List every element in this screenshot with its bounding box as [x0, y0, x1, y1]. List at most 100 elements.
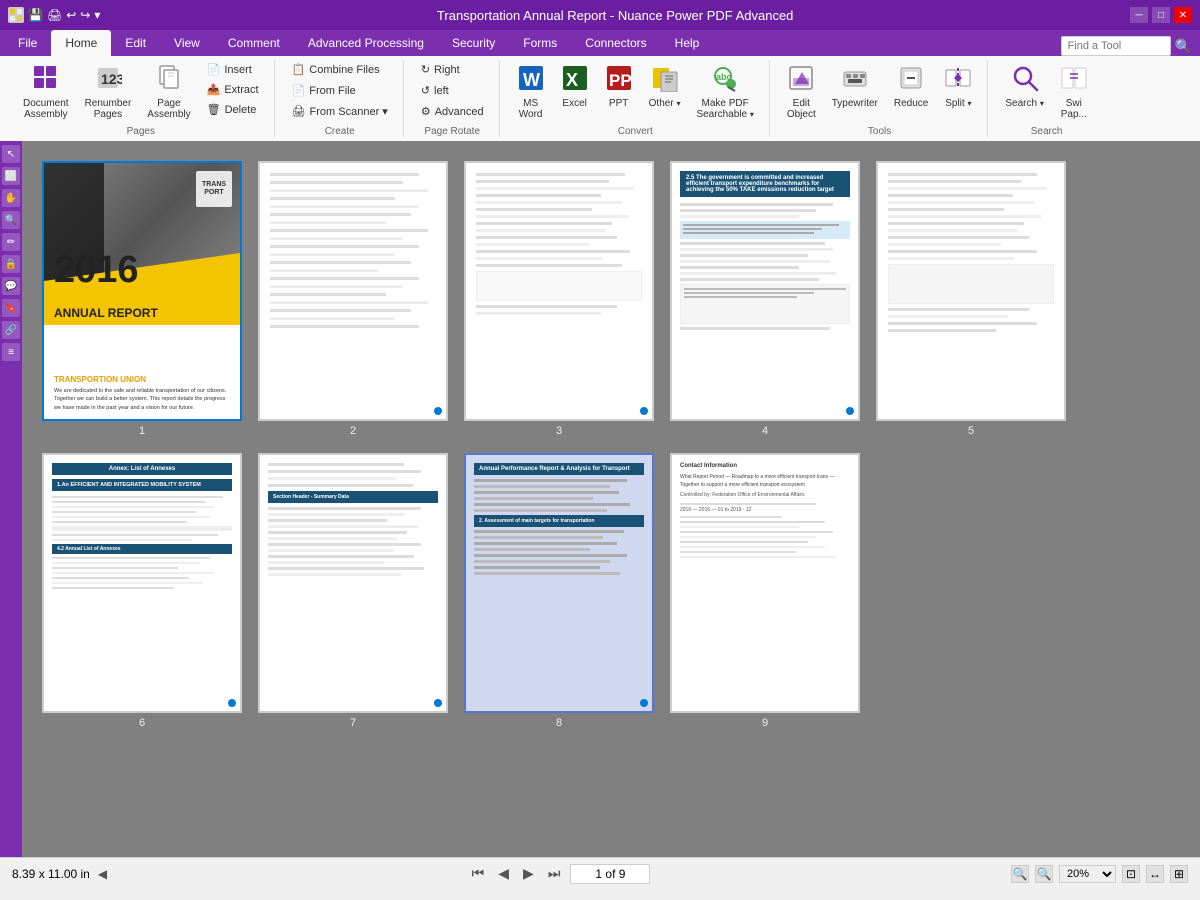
tab-home[interactable]: Home — [51, 30, 111, 56]
page-thumb-3[interactable]: 3 — [464, 161, 654, 437]
actual-size-btn[interactable]: ⊞ — [1170, 865, 1188, 883]
page-5-inner[interactable] — [876, 161, 1066, 421]
page-6-inner[interactable]: Annex: List of Annexes 1.An EFFICIENT AN… — [42, 453, 242, 713]
collapse-btn[interactable]: ◀ — [98, 867, 107, 881]
last-page-btn[interactable]: ⏭ — [544, 863, 565, 884]
extract-button[interactable]: 📤 Extract — [200, 80, 266, 99]
tab-help[interactable]: Help — [661, 30, 714, 56]
reduce-button[interactable]: Reduce — [887, 60, 935, 113]
page-2-inner[interactable] — [258, 161, 448, 421]
typewriter-button[interactable]: Typewriter — [825, 60, 885, 113]
tool-link[interactable]: 🔗 — [2, 321, 20, 339]
page-2-dot — [434, 407, 442, 415]
tab-view[interactable]: View — [160, 30, 214, 56]
zoom-in-btn[interactable]: 🔍 — [1035, 865, 1053, 883]
tool-lock[interactable]: 🔒 — [2, 255, 20, 273]
fit-width-btn[interactable]: ↔ — [1146, 865, 1164, 883]
tool-markup[interactable]: ✏ — [2, 233, 20, 251]
page-thumb-7[interactable]: Section Header - Summary Data 7 — [258, 453, 448, 729]
app-icon — [8, 7, 24, 23]
search-button[interactable]: Search ▾ — [998, 60, 1050, 113]
title-bar: 💾 🖨 ↩ ↪ ▾ Transportation Annual Report -… — [0, 0, 1200, 30]
tab-security[interactable]: Security — [438, 30, 509, 56]
zoom-out-btn[interactable]: 🔍 — [1011, 865, 1029, 883]
from-scanner-button[interactable]: 🖨 From Scanner ▾ — [285, 102, 395, 121]
tool-comment[interactable]: 💬 — [2, 277, 20, 295]
tool-hand[interactable]: ✋ — [2, 189, 20, 207]
close-btn[interactable]: ✕ — [1174, 7, 1192, 23]
tab-advanced-processing[interactable]: Advanced Processing — [294, 30, 438, 56]
minimize-btn[interactable]: ─ — [1130, 7, 1148, 23]
page-thumb-1[interactable]: TRANSPORT 2016 ANNUAL REPORT TRANSPORTIO… — [42, 161, 242, 437]
extract-label: Extract — [224, 84, 258, 96]
ppt-button[interactable]: PP PPT — [598, 60, 640, 113]
insert-button[interactable]: 📄 Insert — [200, 60, 266, 79]
page-8-inner[interactable]: Annual Performance Report & Analysis for… — [464, 453, 654, 713]
page-num-8: 8 — [556, 717, 562, 729]
prev-page-btn[interactable]: ◀ — [494, 863, 513, 884]
from-file-button[interactable]: 📄 From File — [285, 81, 395, 100]
svg-text:PP: PP — [609, 71, 632, 90]
delete-button[interactable]: 🗑 Delete — [200, 100, 266, 119]
page-area[interactable]: TRANSPORT 2016 ANNUAL REPORT TRANSPORTIO… — [22, 141, 1200, 857]
tab-edit[interactable]: Edit — [111, 30, 160, 56]
advanced-rotate-button[interactable]: ⚙ Advanced — [414, 102, 491, 121]
document-assembly-button[interactable]: Document Assembly — [16, 60, 76, 124]
page-thumb-9[interactable]: Contact Information What Report Period —… — [670, 453, 860, 729]
page-4-inner[interactable]: 2.5 The government is committed and incr… — [670, 161, 860, 421]
fit-page-btn[interactable]: ⊡ — [1122, 865, 1140, 883]
svg-text:W: W — [523, 70, 540, 90]
page-num-3: 3 — [556, 425, 562, 437]
tab-connectors[interactable]: Connectors — [571, 30, 660, 56]
make-pdf-searchable-button[interactable]: abc Make PDF Searchable ▾ — [689, 60, 760, 124]
undo-quick-btn[interactable]: ↩ — [66, 8, 76, 22]
page-assembly-button[interactable]: Page Assembly — [140, 60, 197, 124]
ribbon-search-items: Search ▾ Swi Pap... — [998, 60, 1094, 124]
ribbon-rotate-items: ↻ Right ↺ left ⚙ Advanced — [414, 60, 491, 124]
first-page-btn[interactable]: ⏮ — [468, 863, 489, 884]
save-quick-btn[interactable]: 💾 — [28, 8, 43, 22]
ribbon-tools-items: Edit Object Typewriter — [780, 60, 980, 124]
tab-comment[interactable]: Comment — [214, 30, 294, 56]
ribbon-group-create: 📋 Combine Files 📄 From File 🖨 From Scann… — [277, 60, 404, 137]
page-9-inner[interactable]: Contact Information What Report Period —… — [670, 453, 860, 713]
tool-select[interactable]: ⬜ — [2, 167, 20, 185]
redo-quick-btn[interactable]: ↪ — [80, 8, 90, 22]
edit-object-button[interactable]: Edit Object — [780, 60, 823, 124]
print-quick-btn[interactable]: 🖨 — [47, 8, 62, 22]
page-thumb-2[interactable]: 2 — [258, 161, 448, 437]
tool-zoom[interactable]: 🔍 — [2, 211, 20, 229]
page-thumb-5[interactable]: 5 — [876, 161, 1066, 437]
renumber-icon: 123 — [94, 64, 122, 96]
page-thumb-6[interactable]: Annex: List of Annexes 1.An EFFICIENT AN… — [42, 453, 242, 729]
page-1-inner[interactable]: TRANSPORT 2016 ANNUAL REPORT TRANSPORTIO… — [42, 161, 242, 421]
window-controls[interactable]: ─ □ ✕ — [1130, 7, 1192, 23]
next-page-btn[interactable]: ▶ — [519, 863, 538, 884]
edit-object-label2: Object — [787, 109, 816, 120]
make-pdf-label1: Make PDF — [702, 98, 749, 109]
find-tool-input[interactable] — [1061, 36, 1171, 56]
swi-pap-label1: Swi — [1066, 98, 1082, 109]
tab-file[interactable]: File — [4, 30, 51, 56]
tab-forms[interactable]: Forms — [509, 30, 571, 56]
tool-layers[interactable]: ≡ — [2, 343, 20, 361]
page-thumb-4[interactable]: 2.5 The government is committed and incr… — [670, 161, 860, 437]
zoom-select[interactable]: 20% 25% 50% 75% 100% — [1059, 865, 1116, 883]
page-3-inner[interactable] — [464, 161, 654, 421]
tool-bookmark[interactable]: 🔖 — [2, 299, 20, 317]
right-rotate-button[interactable]: ↻ Right — [414, 60, 491, 79]
left-rotate-button[interactable]: ↺ left — [414, 81, 491, 100]
ms-word-button[interactable]: W MS Word — [510, 60, 552, 124]
maximize-btn[interactable]: □ — [1152, 7, 1170, 23]
excel-button[interactable]: X Excel — [554, 60, 596, 113]
page-thumb-8[interactable]: Annual Performance Report & Analysis for… — [464, 453, 654, 729]
renumber-pages-button[interactable]: 123 Renumber Pages — [78, 60, 139, 124]
tool-arrow[interactable]: ↖ — [2, 145, 20, 163]
swi-pap-button[interactable]: Swi Pap... — [1053, 60, 1095, 124]
extract-icon: 📤 — [207, 83, 221, 96]
split-button[interactable]: Split ▾ — [937, 60, 979, 113]
page-number-input[interactable]: 1 of 9 — [570, 864, 650, 884]
other-button[interactable]: Other ▾ — [642, 60, 688, 113]
page-7-inner[interactable]: Section Header - Summary Data — [258, 453, 448, 713]
combine-files-button[interactable]: 📋 Combine Files — [285, 60, 395, 79]
